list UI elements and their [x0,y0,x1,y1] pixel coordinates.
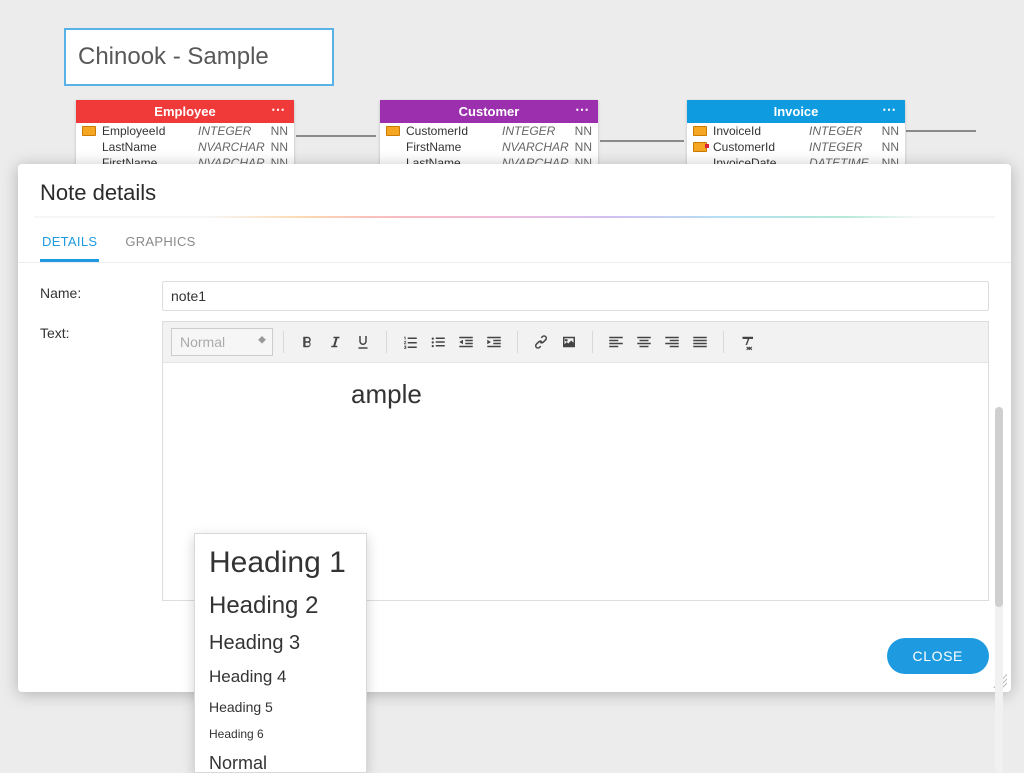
column-type: NVARCHAR [502,140,564,154]
column-name: EmployeeId [102,124,192,138]
close-button[interactable]: CLOSE [887,638,989,674]
toolbar-separator [517,331,518,353]
align-justify-icon[interactable] [687,329,713,355]
heading-option-h2[interactable]: Heading 2 [195,586,366,626]
indent-icon[interactable] [481,329,507,355]
table-header[interactable]: Employee ⋯ [76,100,294,123]
ellipsis-icon[interactable]: ⋯ [882,102,897,116]
format-select[interactable]: Normal [171,328,273,356]
italic-icon[interactable] [322,329,348,355]
clear-format-icon[interactable] [734,329,760,355]
column-name: FirstName [406,140,496,154]
format-select-value: Normal [180,334,225,350]
heading-option-h6[interactable]: Heading 6 [195,721,366,747]
column-name: CustomerId [406,124,496,138]
tab-strip: DETAILS GRAPHICS [18,226,1011,263]
table-row[interactable]: FirstName NVARCHAR NN [380,139,598,155]
column-type: INTEGER [809,140,871,154]
ordered-list-icon[interactable] [397,329,423,355]
heading-option-normal[interactable]: Normal [195,747,366,773]
editor-content-fragment: ample [351,379,422,409]
table-title: Employee [154,104,215,119]
ellipsis-icon[interactable]: ⋯ [271,102,286,116]
table-row[interactable]: CustomerId INTEGER NN [687,139,905,155]
column-type: NVARCHAR [198,140,260,154]
table-row[interactable]: InvoiceId INTEGER NN [687,123,905,139]
bold-icon[interactable] [294,329,320,355]
ellipsis-icon[interactable]: ⋯ [575,102,590,116]
table-title: Customer [459,104,520,119]
heading-option-h1[interactable]: Heading 1 [195,540,366,586]
column-nn: NN [266,140,288,154]
column-nn: NN [570,124,592,138]
canvas-note[interactable]: Chinook - Sample [64,28,334,86]
column-name: CustomerId [713,140,803,154]
foreign-key-icon [693,142,707,152]
heading-option-h4[interactable]: Heading 4 [195,661,366,693]
column-nn: NN [877,124,899,138]
toolbar-separator [723,331,724,353]
outdent-icon[interactable] [453,329,479,355]
align-right-icon[interactable] [659,329,685,355]
canvas-note-text: Chinook - Sample [78,43,269,71]
table-header[interactable]: Customer ⋯ [380,100,598,123]
scrollbar[interactable] [995,407,1003,773]
table-employee[interactable]: Employee ⋯ EmployeeId INTEGER NN LastNam… [76,100,294,171]
modal-footer: CLOSE [18,624,1011,692]
toolbar-separator [592,331,593,353]
column-nn: NN [570,140,592,154]
column-name: LastName [102,140,192,154]
primary-key-icon [82,126,96,136]
align-center-icon[interactable] [631,329,657,355]
heading-option-h5[interactable]: Heading 5 [195,693,366,721]
relation-line [600,140,684,142]
table-customer[interactable]: Customer ⋯ CustomerId INTEGER NN FirstNa… [380,100,598,171]
unordered-list-icon[interactable] [425,329,451,355]
underline-icon[interactable] [350,329,376,355]
link-icon[interactable] [528,329,554,355]
toolbar-separator [283,331,284,353]
table-row[interactable]: LastName NVARCHAR NN [76,139,294,155]
table-header[interactable]: Invoice ⋯ [687,100,905,123]
table-invoice[interactable]: Invoice ⋯ InvoiceId INTEGER NN CustomerI… [687,100,905,171]
column-nn: NN [877,140,899,154]
heading-option-h3[interactable]: Heading 3 [195,626,366,661]
relation-line [296,135,376,137]
primary-key-icon [693,126,707,136]
table-title: Invoice [774,104,819,119]
column-type: INTEGER [502,124,564,138]
rainbow-divider [34,216,995,218]
relation-line [906,130,976,132]
editor-toolbar: Normal [163,322,988,363]
note-details-modal: Note details DETAILS GRAPHICS Name: Text… [18,164,1011,692]
align-left-icon[interactable] [603,329,629,355]
modal-title: Note details [18,164,1011,216]
column-nn: NN [266,124,288,138]
toolbar-separator [386,331,387,353]
form-area: Name: Text: Normal [18,263,1011,624]
scrollbar-thumb[interactable] [995,407,1003,607]
primary-key-icon [386,126,400,136]
label-text: Text: [40,321,150,341]
table-row[interactable]: CustomerId INTEGER NN [380,123,598,139]
column-name: InvoiceId [713,124,803,138]
column-type: INTEGER [809,124,871,138]
label-name: Name: [40,281,150,301]
name-input[interactable] [162,281,989,311]
heading-menu: Heading 1 Heading 2 Heading 3 Heading 4 … [194,533,367,773]
tab-details[interactable]: DETAILS [40,226,99,262]
table-row[interactable]: EmployeeId INTEGER NN [76,123,294,139]
column-type: INTEGER [198,124,260,138]
image-icon[interactable] [556,329,582,355]
tab-graphics[interactable]: GRAPHICS [123,226,197,262]
